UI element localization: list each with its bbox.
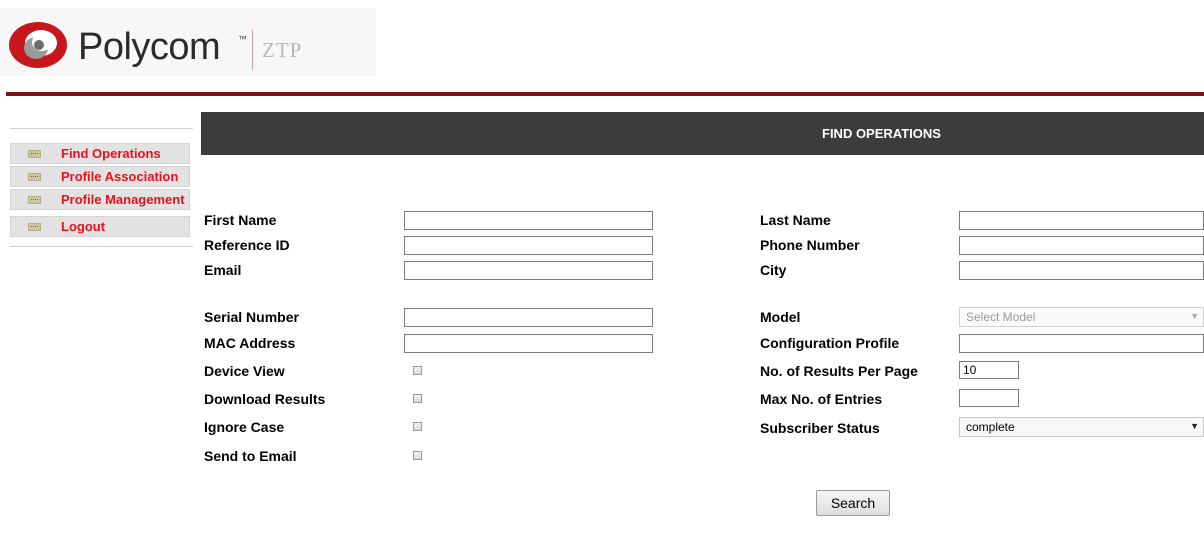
sidebar-item-profile-management[interactable]: Profile Management (10, 189, 190, 210)
configuration-profile-label: Configuration Profile (760, 335, 900, 351)
results-per-page-label: No. of Results Per Page (760, 363, 918, 379)
brand-logo: Polycom ™ ZTP (0, 8, 376, 76)
email-input[interactable] (404, 261, 653, 280)
header-rule (6, 92, 1204, 96)
mac-address-input[interactable] (404, 334, 653, 353)
sidebar-item-label: Find Operations (61, 146, 161, 161)
reference-id-input[interactable] (404, 236, 653, 255)
city-input[interactable] (959, 261, 1204, 280)
results-per-page-input[interactable]: 10 (959, 361, 1019, 379)
download-results-checkbox[interactable] (413, 394, 422, 403)
sidebar-item-logout[interactable]: Logout (10, 216, 190, 237)
subscriber-status-select[interactable]: complete ▼ (959, 417, 1204, 437)
configuration-profile-input[interactable] (959, 334, 1204, 353)
search-button[interactable]: Search (816, 490, 890, 516)
subscriber-status-value: complete (966, 420, 1015, 434)
max-entries-label: Max No. of Entries (760, 391, 883, 407)
first-name-label: First Name (204, 212, 277, 228)
product-name: ZTP (262, 38, 303, 62)
sidebar-divider-top (10, 128, 193, 129)
polycom-logo-icon (9, 22, 67, 68)
ignore-case-label: Ignore Case (204, 419, 285, 435)
max-entries-input[interactable] (959, 389, 1019, 407)
sidebar-item-label: Logout (61, 219, 106, 234)
folder-icon (28, 149, 41, 158)
last-name-input[interactable] (959, 211, 1204, 230)
phone-number-input[interactable] (959, 236, 1204, 255)
folder-icon (28, 222, 41, 231)
serial-number-input[interactable] (404, 308, 653, 327)
sidebar-item-find-operations[interactable]: Find Operations (10, 143, 190, 164)
device-view-checkbox[interactable] (413, 366, 422, 375)
email-label: Email (204, 262, 242, 278)
reference-id-label: Reference ID (204, 237, 290, 253)
first-name-input[interactable] (404, 211, 653, 230)
folder-icon (28, 195, 41, 204)
chevron-down-icon: ▼ (1190, 421, 1199, 431)
folder-icon (28, 172, 41, 181)
device-view-label: Device View (204, 363, 285, 379)
page-title-bar: FIND OPERATIONS (201, 112, 1204, 155)
page-title: FIND OPERATIONS (822, 126, 941, 141)
serial-number-label: Serial Number (204, 309, 299, 325)
send-to-email-label: Send to Email (204, 448, 297, 464)
sidebar-item-label: Profile Management (61, 192, 185, 207)
city-label: City (760, 262, 787, 278)
model-label: Model (760, 309, 801, 325)
sidebar-item-profile-association[interactable]: Profile Association (10, 166, 190, 187)
ignore-case-checkbox[interactable] (413, 422, 422, 431)
sidebar-item-label: Profile Association (61, 169, 179, 184)
send-to-email-checkbox[interactable] (413, 451, 422, 460)
brand-name: Polycom (78, 26, 221, 68)
trademark-mark: ™ (238, 34, 247, 44)
chevron-down-icon: ▼ (1190, 311, 1199, 321)
model-select-value: Select Model (966, 310, 1036, 324)
logo-divider (252, 30, 253, 70)
mac-address-label: MAC Address (204, 335, 296, 351)
results-per-page-value: 10 (963, 363, 977, 377)
model-select[interactable]: Select Model ▼ (959, 307, 1204, 327)
last-name-label: Last Name (760, 212, 831, 228)
subscriber-status-label: Subscriber Status (760, 420, 880, 436)
phone-number-label: Phone Number (760, 237, 860, 253)
download-results-label: Download Results (204, 391, 326, 407)
sidebar-divider-bottom (10, 246, 193, 247)
